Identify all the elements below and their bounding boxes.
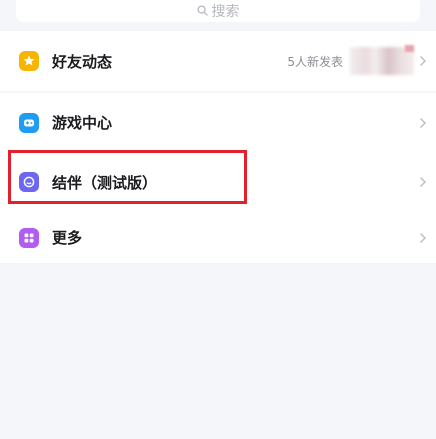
- chevron-right-icon: [420, 177, 426, 187]
- new-posts-count: 5人新发表: [287, 54, 343, 69]
- star-icon: [19, 51, 39, 71]
- avatar-badge: [405, 45, 414, 52]
- menu-item-label: 好友动态: [52, 52, 113, 71]
- search-bar[interactable]: 搜索: [16, 0, 420, 22]
- grid-icon: [19, 227, 39, 248]
- screen: 搜索 好友动态 5人新发表 游戏中心 结伴（测试版） 更多: [0, 0, 436, 439]
- menu-item-game-center[interactable]: 游戏中心: [0, 93, 436, 152]
- menu-item-label: 更多: [52, 229, 83, 247]
- menu-item-friends-feed[interactable]: 好友动态 5人新发表: [0, 31, 436, 91]
- chevron-right-icon: [420, 232, 426, 243]
- chevron-right-icon: [420, 56, 426, 66]
- menu-item-label: 游戏中心: [52, 114, 113, 132]
- gamepad-icon: [19, 112, 39, 133]
- search-placeholder: 搜索: [211, 4, 240, 20]
- search-icon: [196, 4, 208, 16]
- menu-item-more[interactable]: 更多: [0, 212, 436, 263]
- chevron-right-icon: [420, 117, 426, 128]
- group-friends: 好友动态 5人新发表: [0, 31, 436, 91]
- highlight-box: [8, 150, 247, 204]
